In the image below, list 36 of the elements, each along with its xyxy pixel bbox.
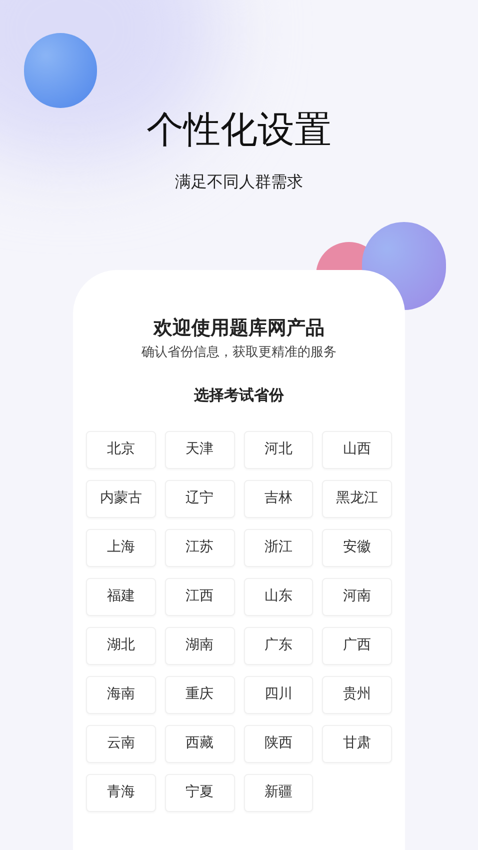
province-option[interactable]: 河南 [322, 578, 392, 616]
province-option[interactable]: 重庆 [164, 676, 234, 714]
province-option[interactable]: 广西 [322, 626, 392, 664]
province-option[interactable]: 山东 [244, 578, 314, 616]
province-option[interactable]: 陕西 [244, 724, 314, 762]
province-option[interactable]: 湖北 [86, 626, 156, 664]
province-option[interactable]: 上海 [86, 528, 156, 566]
province-option[interactable]: 新疆 [244, 774, 314, 812]
province-option[interactable]: 四川 [244, 676, 314, 714]
section-title: 选择考试省份 [194, 385, 284, 406]
province-option[interactable]: 甘肃 [322, 724, 392, 762]
province-option[interactable]: 海南 [86, 676, 156, 714]
province-option[interactable]: 辽宁 [164, 480, 234, 518]
province-option[interactable]: 黑龙江 [322, 480, 392, 518]
province-option[interactable]: 青海 [86, 774, 156, 812]
card-title: 欢迎使用题库网产品 [154, 316, 324, 341]
province-option[interactable]: 山西 [322, 430, 392, 468]
province-option[interactable]: 浙江 [244, 528, 314, 566]
subheadline: 满足不同人群需求 [175, 171, 303, 193]
province-option[interactable]: 内蒙古 [86, 480, 156, 518]
province-option[interactable]: 河北 [244, 430, 314, 468]
province-option[interactable]: 贵州 [322, 676, 392, 714]
headline: 个性化设置 [146, 107, 332, 153]
province-option[interactable]: 广东 [244, 626, 314, 664]
province-option[interactable]: 安徽 [322, 528, 392, 566]
province-option[interactable]: 天津 [164, 430, 234, 468]
province-option[interactable]: 湖南 [164, 626, 234, 664]
province-option[interactable]: 吉林 [244, 480, 314, 518]
province-option[interactable]: 北京 [86, 430, 156, 468]
card-subtitle: 确认省份信息，获取更精准的服务 [142, 344, 336, 362]
province-option[interactable]: 江苏 [164, 528, 234, 566]
province-option[interactable]: 福建 [86, 578, 156, 616]
province-option[interactable]: 云南 [86, 724, 156, 762]
province-option[interactable]: 西藏 [164, 724, 234, 762]
province-option[interactable]: 江西 [164, 578, 234, 616]
province-option[interactable]: 宁夏 [164, 774, 234, 812]
